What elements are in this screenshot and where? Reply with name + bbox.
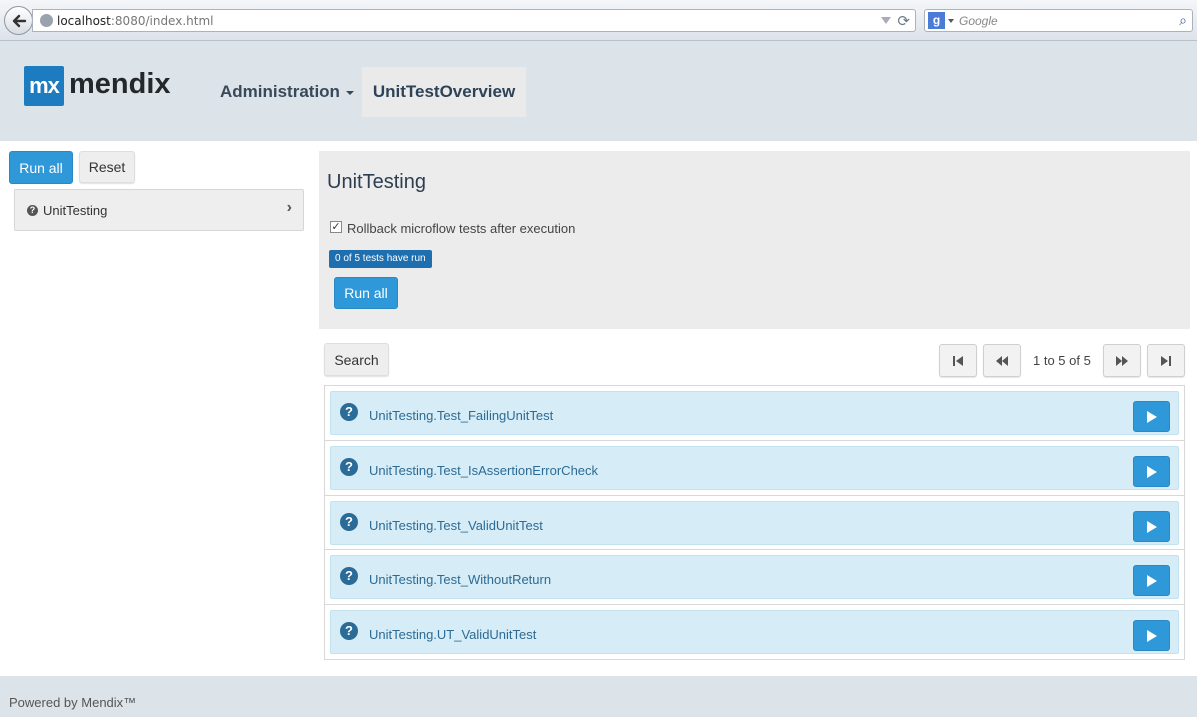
reset-button[interactable]: Reset xyxy=(79,151,135,183)
run-test-button[interactable] xyxy=(1133,456,1170,487)
list-item[interactable]: ? UnitTesting.Test_WithoutReturn xyxy=(330,555,1179,599)
mendix-logo-icon: mx xyxy=(24,66,64,106)
page-footer: Powered by Mendix™ xyxy=(0,676,1197,717)
row-divider xyxy=(325,549,1184,550)
row-divider xyxy=(325,440,1184,441)
list-item[interactable]: ? UnitTesting.Test_IsAssertionErrorCheck xyxy=(330,446,1179,490)
test-name: UnitTesting.Test_ValidUnitTest xyxy=(369,518,543,533)
dropdown-arrow-icon[interactable] xyxy=(881,17,891,24)
module-panel: UnitTesting ✓ Rollback microflow tests a… xyxy=(319,151,1190,329)
nav-unittestoverview[interactable]: UnitTestOverview xyxy=(362,67,526,117)
rollback-checkbox[interactable]: ✓ xyxy=(330,221,342,233)
pager-status: 1 to 5 of 5 xyxy=(1033,353,1091,368)
test-name: UnitTesting.Test_IsAssertionErrorCheck xyxy=(369,463,599,478)
question-circle-icon: ? xyxy=(340,567,358,585)
progress-badge: 0 of 5 tests have run xyxy=(329,250,432,268)
reload-icon[interactable]: ⟳ xyxy=(897,12,910,30)
question-circle-icon: ? xyxy=(340,513,358,531)
test-name: UnitTesting.Test_FailingUnitTest xyxy=(369,408,554,423)
previous-page-icon xyxy=(996,355,1008,366)
run-test-button[interactable] xyxy=(1133,511,1170,542)
list-item[interactable]: ? UnitTesting.Test_FailingUnitTest xyxy=(330,391,1179,435)
run-test-button[interactable] xyxy=(1133,620,1170,651)
play-icon xyxy=(1147,411,1157,423)
logo-text: mendix xyxy=(69,68,171,100)
back-button[interactable] xyxy=(4,6,33,35)
play-icon xyxy=(1147,466,1157,478)
next-page-icon xyxy=(1116,355,1128,366)
row-divider xyxy=(325,495,1184,496)
previous-page-button[interactable] xyxy=(983,344,1021,377)
search-icon[interactable]: ⌕ xyxy=(1179,12,1187,29)
chevron-right-icon[interactable]: › xyxy=(287,199,292,217)
first-page-icon xyxy=(953,355,963,366)
test-name: UnitTesting.Test_WithoutReturn xyxy=(369,572,552,587)
question-circle-icon: ? xyxy=(27,205,38,216)
last-page-button[interactable] xyxy=(1147,344,1185,377)
question-circle-icon: ? xyxy=(340,458,358,476)
engine-caret-icon[interactable] xyxy=(948,19,954,23)
search-button[interactable]: Search xyxy=(324,343,389,376)
search-placeholder: Google xyxy=(959,14,998,28)
run-test-button[interactable] xyxy=(1133,401,1170,432)
google-icon[interactable]: g xyxy=(928,12,945,29)
run-test-button[interactable] xyxy=(1133,565,1170,596)
browser-toolbar: localhost:8080/index.html ⟳ g Google ⌕ xyxy=(0,0,1197,41)
footer-text: Powered by Mendix™ xyxy=(9,695,137,710)
play-icon xyxy=(1147,630,1157,642)
caret-down-icon xyxy=(345,90,354,95)
test-list: ? UnitTesting.Test_FailingUnitTest ? Uni… xyxy=(324,385,1185,660)
rollback-label: Rollback microflow tests after execution xyxy=(347,221,576,236)
test-name: UnitTesting.UT_ValidUnitTest xyxy=(369,627,537,642)
play-icon xyxy=(1147,575,1157,587)
app-header: mx mendix Administration UnitTestOvervie… xyxy=(0,41,1197,141)
url-text: localhost:8080/index.html xyxy=(57,14,214,28)
list-item[interactable]: ? UnitTesting.Test_ValidUnitTest xyxy=(330,501,1179,545)
nav-administration[interactable]: Administration xyxy=(206,67,368,117)
tree-item-unittesting[interactable]: ? UnitTesting › xyxy=(14,189,304,231)
row-divider xyxy=(325,604,1184,605)
tree-item-label: UnitTesting xyxy=(43,203,108,218)
question-circle-icon: ? xyxy=(340,403,358,421)
play-icon xyxy=(1147,521,1157,533)
last-page-icon xyxy=(1161,355,1171,366)
question-circle-icon: ? xyxy=(340,622,358,640)
panel-title: UnitTesting xyxy=(327,171,426,193)
address-bar[interactable]: localhost:8080/index.html ⟳ xyxy=(32,9,916,32)
sidebar-run-all-button[interactable]: Run all xyxy=(9,151,73,184)
globe-icon xyxy=(40,14,53,27)
panel-run-all-button[interactable]: Run all xyxy=(334,277,398,309)
nav-administration-label: Administration xyxy=(220,82,340,101)
browser-search-box[interactable]: g Google ⌕ xyxy=(924,9,1193,32)
arrow-left-icon xyxy=(12,14,27,28)
next-page-button[interactable] xyxy=(1103,344,1141,377)
list-item[interactable]: ? UnitTesting.UT_ValidUnitTest xyxy=(330,610,1179,654)
first-page-button[interactable] xyxy=(939,344,977,377)
